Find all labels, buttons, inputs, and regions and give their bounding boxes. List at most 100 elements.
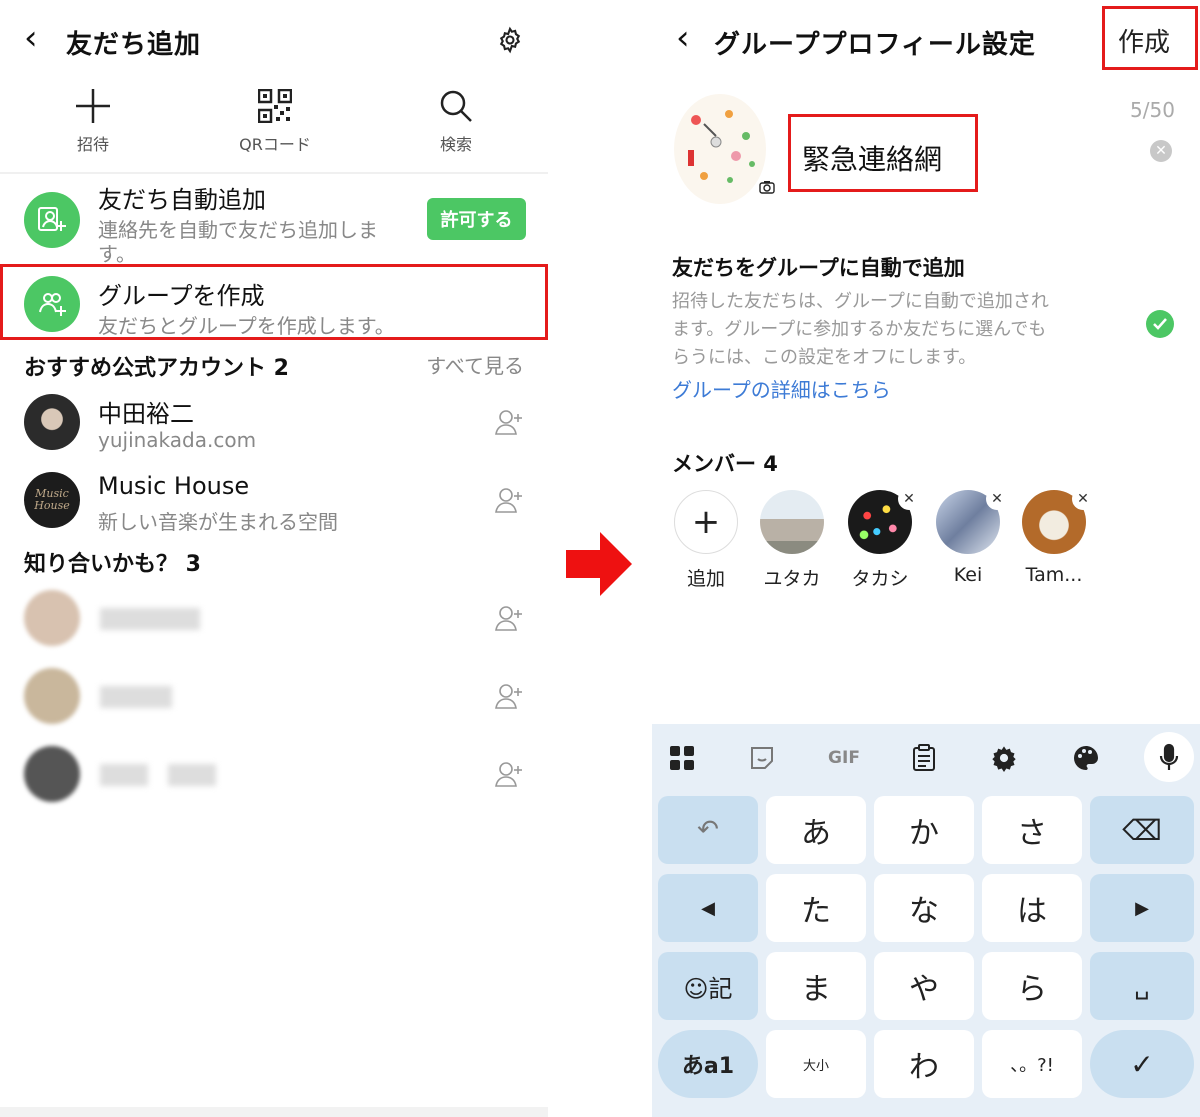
avatar bbox=[760, 490, 824, 554]
add-friend-icon[interactable] bbox=[494, 682, 524, 710]
cursor-left-key[interactable]: ◀ bbox=[658, 874, 758, 942]
auto-add-title: 友だち自動追加 bbox=[98, 186, 266, 214]
allow-button[interactable]: 許可する bbox=[427, 198, 526, 240]
blurred-name bbox=[100, 608, 200, 630]
gif-button[interactable]: GIF bbox=[822, 738, 866, 778]
create-group-highlight[interactable] bbox=[0, 264, 548, 340]
kana-key[interactable]: あ bbox=[766, 796, 866, 864]
qr-code-button[interactable]: QRコード bbox=[215, 85, 335, 155]
search-button[interactable]: 検索 bbox=[396, 85, 516, 155]
add-member-button[interactable]: + 追加 bbox=[670, 490, 742, 591]
camera-icon[interactable] bbox=[756, 176, 778, 198]
avatar bbox=[24, 394, 80, 450]
microphone-icon[interactable] bbox=[1144, 732, 1194, 782]
back-chevron-icon[interactable]: ‹ bbox=[24, 18, 38, 58]
undo-key[interactable]: ↶ bbox=[658, 796, 758, 864]
blurred-avatar bbox=[24, 590, 80, 646]
account-name[interactable]: Music House bbox=[98, 472, 249, 500]
member-name: Tam... bbox=[1025, 564, 1083, 586]
add-friend-icon[interactable] bbox=[494, 408, 524, 436]
plus-icon: + bbox=[674, 490, 738, 554]
member[interactable]: ✕ タカシ bbox=[844, 488, 920, 591]
qr-code-label: QRコード bbox=[239, 135, 311, 154]
settings-gear-icon[interactable] bbox=[496, 26, 524, 54]
invite-button[interactable]: 招待 bbox=[33, 85, 153, 155]
blurred-avatar bbox=[24, 746, 80, 802]
account-subtitle: yujinakada.com bbox=[98, 428, 257, 452]
input-mode-key[interactable]: あa1 bbox=[658, 1030, 758, 1098]
blurred-name bbox=[100, 764, 148, 786]
account-subtitle: 新しい音楽が生まれる空間 bbox=[98, 510, 338, 534]
desc-line: ます。グループに参加するか友だちに選んでも bbox=[672, 319, 1047, 340]
settings-gear-icon[interactable] bbox=[984, 738, 1024, 778]
size-toggle-key[interactable]: 大小 bbox=[766, 1030, 866, 1098]
bottom-bar bbox=[0, 1107, 548, 1117]
member[interactable]: ユタカ bbox=[756, 490, 828, 591]
desc-line: らうには、この設定をオフにします。 bbox=[672, 347, 977, 368]
remove-member-icon[interactable]: ✕ bbox=[898, 488, 920, 510]
invite-label: 招待 bbox=[76, 135, 109, 154]
cursor-right-key[interactable]: ▶ bbox=[1090, 874, 1194, 942]
member-name: 追加 bbox=[686, 568, 725, 590]
kana-key[interactable]: わ bbox=[874, 1030, 974, 1098]
blurred-avatar bbox=[24, 668, 80, 724]
music-house-logo: Music House bbox=[34, 487, 70, 512]
auto-add-subtitle: 連絡先を自動で友だち追加しま bbox=[98, 218, 378, 242]
apps-grid-icon[interactable] bbox=[662, 738, 702, 778]
kana-key[interactable]: か bbox=[874, 796, 974, 864]
add-friend-icon[interactable] bbox=[494, 486, 524, 514]
member-name: ユタカ bbox=[763, 568, 821, 590]
punctuation-key[interactable]: 、。?! bbox=[982, 1030, 1082, 1098]
kana-key[interactable]: な bbox=[874, 874, 974, 942]
auto-add-icon bbox=[24, 192, 80, 248]
official-accounts-header: おすすめ公式アカウント 2 bbox=[24, 356, 289, 381]
remove-member-icon[interactable]: ✕ bbox=[986, 488, 1008, 510]
clear-icon[interactable]: ✕ bbox=[1150, 140, 1172, 162]
search-label: 検索 bbox=[439, 135, 472, 154]
character-counter: 5/50 bbox=[1130, 98, 1175, 122]
add-friend-icon[interactable] bbox=[494, 604, 524, 632]
member[interactable]: ✕ Kei bbox=[932, 488, 1008, 586]
member[interactable]: ✕ Tam... bbox=[1018, 488, 1094, 586]
desc-line: 招待した友だちは、グループに自動で追加され bbox=[672, 291, 1049, 312]
search-icon bbox=[396, 85, 516, 127]
people-you-may-know-header: 知り合いかも？ 3 bbox=[24, 552, 201, 577]
clipboard-icon[interactable] bbox=[904, 738, 944, 778]
auto-add-setting-desc: 招待した友だちは、グループに自動で追加され ます。グループに参加するか友だちに選… bbox=[672, 288, 1049, 372]
create-button-highlight[interactable] bbox=[1102, 6, 1198, 70]
group-photo[interactable] bbox=[674, 94, 766, 204]
remove-member-icon[interactable]: ✕ bbox=[1072, 488, 1094, 510]
kana-key[interactable]: さ bbox=[982, 796, 1082, 864]
japanese-keyboard: GIF ↶ あ か さ ⌫ ◀ た な は ▶ ☺記 ま や ら ␣ あa1 大… bbox=[652, 724, 1200, 1117]
blurred-name bbox=[100, 686, 172, 708]
auto-add-subtitle-cont: す。 bbox=[98, 242, 136, 266]
add-friends-screen: ‹ 友だち追加 招待 QRコード 検索 友だち自動追加 連絡先を自動で友だち追加… bbox=[0, 0, 548, 1117]
group-profile-screen: ‹ グループプロフィール設定 作成 5/50 緊急連絡網 ✕ 友だちをグループに… bbox=[652, 0, 1200, 1117]
right-arrow-icon bbox=[566, 532, 632, 600]
checkmark-toggle-icon[interactable] bbox=[1146, 310, 1174, 338]
kana-key[interactable]: ら bbox=[982, 952, 1082, 1020]
page-title: 友だち追加 bbox=[66, 30, 202, 60]
kana-key[interactable]: た bbox=[766, 874, 866, 942]
kana-key[interactable]: は bbox=[982, 874, 1082, 942]
sticker-icon[interactable] bbox=[742, 738, 782, 778]
emoji-symbol-key[interactable]: ☺記 bbox=[658, 952, 758, 1020]
see-all-link[interactable]: すべて見る bbox=[426, 350, 524, 379]
space-key[interactable]: ␣ bbox=[1090, 952, 1194, 1020]
member-name: Kei bbox=[953, 564, 983, 586]
group-details-link[interactable]: グループの詳細はこちら bbox=[672, 374, 891, 403]
backspace-key[interactable]: ⌫ bbox=[1090, 796, 1194, 864]
members-header: メンバー 4 bbox=[672, 452, 778, 476]
account-name[interactable]: 中田裕二 bbox=[98, 394, 194, 429]
page-title: グループプロフィール設定 bbox=[714, 30, 1036, 60]
back-chevron-icon[interactable]: ‹ bbox=[676, 18, 690, 58]
kana-key[interactable]: ま bbox=[766, 952, 866, 1020]
avatar: Music House bbox=[24, 472, 80, 528]
theme-palette-icon[interactable] bbox=[1066, 738, 1106, 778]
plus-icon bbox=[33, 85, 153, 127]
enter-check-key[interactable]: ✓ bbox=[1090, 1030, 1194, 1098]
qr-code-icon bbox=[215, 85, 335, 127]
divider bbox=[0, 172, 548, 174]
kana-key[interactable]: や bbox=[874, 952, 974, 1020]
add-friend-icon[interactable] bbox=[494, 760, 524, 788]
